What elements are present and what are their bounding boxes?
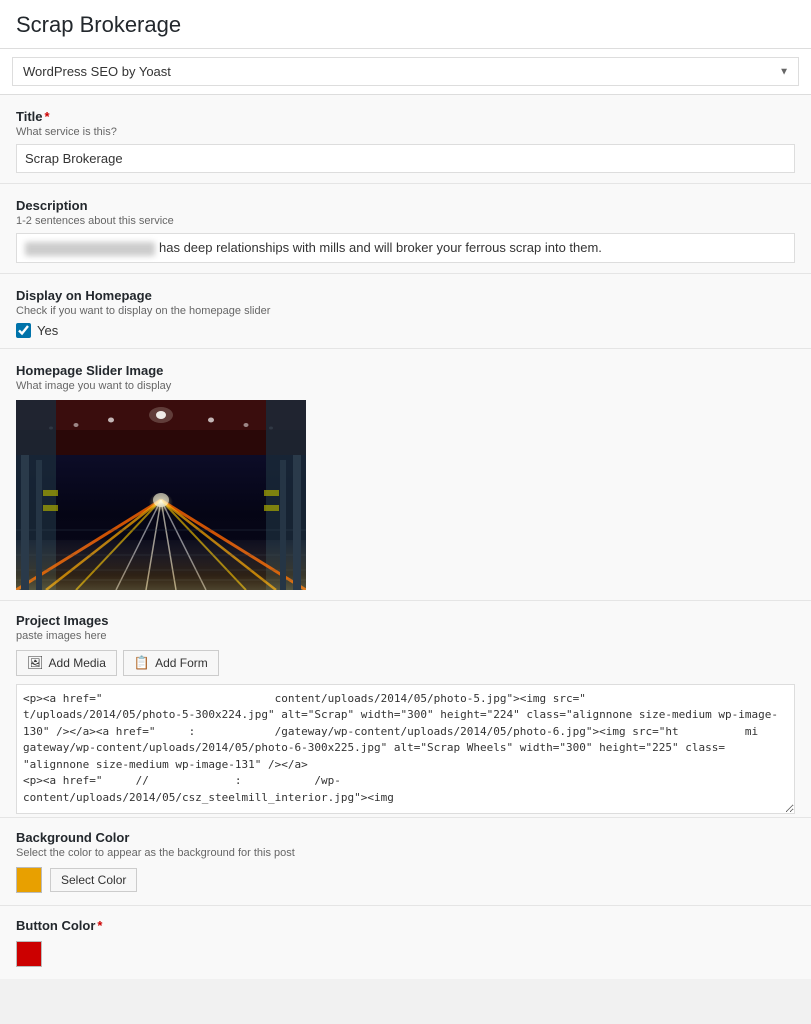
project-images-label: Project Images <box>16 613 795 628</box>
project-images-section: Project Images paste images here 🖼 Add M… <box>0 601 811 818</box>
description-label: Description <box>16 198 795 213</box>
homepage-display-label: Display on Homepage <box>16 288 795 303</box>
slider-image-label: Homepage Slider Image <box>16 363 795 378</box>
description-visible-text: has deep relationships with mills and wi… <box>159 240 602 255</box>
button-color-row <box>16 941 795 967</box>
background-color-hint: Select the color to appear as the backgr… <box>16 847 795 859</box>
page-wrapper: Scrap Brokerage WordPress SEO by Yoast T… <box>0 0 811 979</box>
slider-image-preview <box>16 400 306 590</box>
title-section: Title* What service is this? <box>0 95 811 184</box>
code-area-wrapper: <p><a href=" content/uploads/2014/05/pho… <box>16 684 795 817</box>
slider-image-hint: What image you want to display <box>16 380 795 392</box>
button-color-required: * <box>97 918 102 933</box>
description-blurred <box>25 242 155 256</box>
page-title: Scrap Brokerage <box>16 12 795 38</box>
background-color-swatch[interactable] <box>16 867 42 893</box>
add-media-icon: 🖼 <box>27 655 44 671</box>
slider-image-section: Homepage Slider Image What image you wan… <box>0 349 811 601</box>
background-color-row: Select Color <box>16 867 795 893</box>
add-form-icon: 📋 <box>134 655 150 671</box>
homepage-checkbox-label: Yes <box>37 323 58 338</box>
homepage-checkbox[interactable] <box>16 323 31 338</box>
description-hint: 1-2 sentences about this service <box>16 215 795 227</box>
description-input[interactable]: has deep relationships with mills and wi… <box>16 233 795 263</box>
page-title-bar: Scrap Brokerage <box>0 0 811 49</box>
seo-dropdown-wrapper[interactable]: WordPress SEO by Yoast <box>12 57 799 86</box>
description-section: Description 1-2 sentences about this ser… <box>0 184 811 274</box>
project-images-textarea[interactable]: <p><a href=" content/uploads/2014/05/pho… <box>16 684 795 814</box>
button-color-section: Button Color* <box>0 906 811 979</box>
background-color-section: Background Color Select the color to app… <box>0 818 811 906</box>
seo-section: WordPress SEO by Yoast <box>0 49 811 95</box>
homepage-display-hint: Check if you want to display on the home… <box>16 305 795 317</box>
button-color-label: Button Color* <box>16 918 795 933</box>
homepage-display-section: Display on Homepage Check if you want to… <box>0 274 811 349</box>
select-color-button[interactable]: Select Color <box>50 868 137 892</box>
homepage-checkbox-row: Yes <box>16 323 795 338</box>
title-required: * <box>45 109 50 124</box>
seo-dropdown[interactable]: WordPress SEO by Yoast <box>12 57 799 86</box>
title-hint: What service is this? <box>16 126 795 138</box>
add-media-label: Add Media <box>49 656 106 670</box>
add-media-button[interactable]: 🖼 Add Media <box>16 650 117 676</box>
add-form-label: Add Form <box>155 656 208 670</box>
steel-mill-svg <box>16 400 306 590</box>
button-color-swatch[interactable] <box>16 941 42 967</box>
background-color-label: Background Color <box>16 830 795 845</box>
media-toolbar: 🖼 Add Media 📋 Add Form <box>16 650 795 676</box>
title-label: Title* <box>16 109 795 124</box>
project-images-hint: paste images here <box>16 630 795 642</box>
add-form-button[interactable]: 📋 Add Form <box>123 650 219 676</box>
title-input[interactable] <box>16 144 795 173</box>
